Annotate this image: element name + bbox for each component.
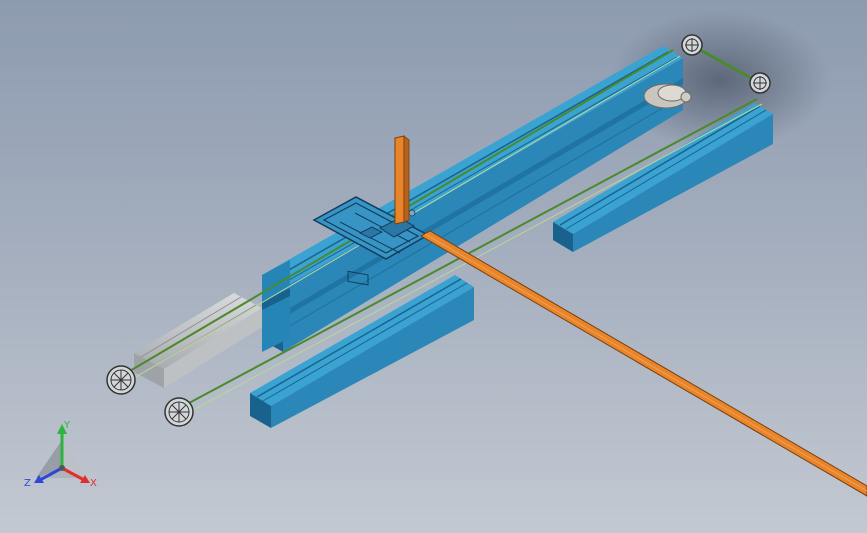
pulley-back-right[interactable] [749,72,771,94]
y-axis-label: Y [63,420,71,431]
x-axis-label: X [90,478,97,489]
main-rail-end-block[interactable] [262,260,290,352]
orange-horizontal-arm[interactable] [419,230,867,497]
cad-3d-model-scene[interactable] [0,0,867,533]
pulley-back-left[interactable] [681,34,703,56]
cad-viewport[interactable]: Y X Z [0,0,867,533]
z-axis-label: Z [24,478,31,489]
coordinate-triad: Y X Z [24,420,97,489]
pulley-front-left[interactable] [106,365,136,395]
pulley-front-right[interactable] [164,397,194,427]
orange-vertical-rod[interactable] [394,135,410,225]
